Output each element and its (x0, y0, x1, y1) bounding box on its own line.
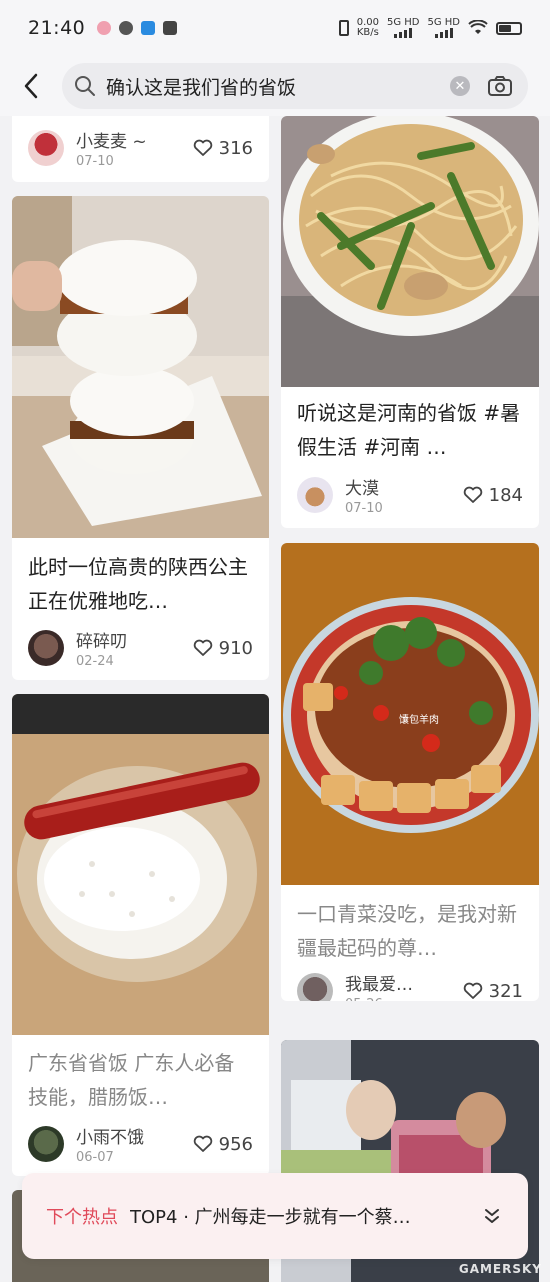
mail-icon (163, 21, 178, 35)
status-bar: 21:40 0.00 KB/s 5G HD 5G HD (0, 0, 550, 56)
post-title[interactable]: 此时一位高贵的陕西公主正在优雅地吃… (28, 550, 253, 618)
post-title[interactable]: 广东省省饭 广东人必备技能，腊肠饭… (28, 1046, 253, 1114)
avatar[interactable] (297, 973, 333, 1001)
signal-bars-icon (434, 28, 453, 38)
post-card[interactable]: 听说这是河南的省饭 #暑假生活 #河南 … 大漠 07-10 184 (281, 116, 539, 528)
notification-icons (97, 21, 178, 35)
avatar[interactable] (28, 130, 64, 166)
search-icon (75, 76, 95, 96)
like-count: 184 (488, 484, 523, 506)
app-notification-icon (119, 21, 134, 35)
signal-sim1: 5G HD (387, 18, 419, 38)
like-count: 316 (218, 137, 253, 159)
noodles-image (281, 116, 539, 387)
post-image[interactable] (281, 116, 539, 387)
watermark: GAMERSKY (458, 1262, 542, 1276)
author-name[interactable]: 小雨不饿 (76, 1123, 144, 1148)
hot-topic-text[interactable]: TOP4 · 广州每走一步就有一个蔡… (130, 1203, 468, 1229)
clear-icon[interactable]: ✕ (450, 76, 470, 96)
post-title[interactable]: 一口青菜没吃，是我对新疆最起码的尊… (297, 897, 523, 965)
post-image[interactable] (12, 196, 269, 538)
image-caption: 馕包羊肉 (399, 715, 439, 726)
sausage-rice-image (12, 694, 269, 1035)
post-meta: 碎碎叨 02-24 910 (28, 626, 253, 670)
author-name[interactable]: 我最爱… (345, 970, 413, 995)
post-card[interactable]: 馕包羊肉 一口青菜没吃，是我对新疆最起码的尊… 我最爱… 05-26 321 (281, 543, 539, 1001)
post-meta: 我最爱… 05-26 321 (297, 969, 523, 1001)
heart-icon (193, 1135, 212, 1152)
net-speed: 0.00 KB/s (356, 17, 379, 38)
heart-icon (193, 639, 212, 656)
like-count: 910 (218, 637, 253, 659)
avatar[interactable] (297, 477, 333, 513)
status-right: 0.00 KB/s 5G HD 5G HD (338, 17, 522, 38)
battery-icon (496, 21, 522, 35)
search-query-text[interactable]: 确认这是我们省的省饭 (106, 73, 450, 100)
heart-icon (463, 486, 482, 503)
post-date: 05-26 (345, 997, 413, 1001)
app-notification-icon (141, 21, 156, 35)
buns-image (12, 196, 269, 538)
post-title[interactable]: 听说这是河南的省饭 #暑假生活 #河南 … (297, 396, 523, 464)
search-results-feed: 小麦麦 ~ 07-10 316 听说这是河南的省饭 #暑假生活 #河南 … 大漠… (0, 116, 550, 1282)
like-button[interactable]: 184 (463, 485, 523, 506)
author-name[interactable]: 大漠 (345, 474, 383, 499)
like-count: 956 (218, 1133, 253, 1155)
signal-sim2: 5G HD (427, 18, 460, 38)
post-meta: 大漠 07-10 184 (297, 473, 523, 517)
post-date: 07-10 (345, 501, 383, 516)
like-button[interactable]: 956 (193, 1134, 253, 1155)
post-image[interactable]: 馕包羊肉 (281, 543, 539, 885)
post-date: 07-10 (76, 154, 114, 169)
like-button[interactable]: 321 (463, 980, 523, 1002)
back-arrow-icon (24, 73, 38, 99)
post-card[interactable]: 此时一位高贵的陕西公主正在优雅地吃… 碎碎叨 02-24 910 (12, 196, 269, 680)
post-image[interactable] (12, 694, 269, 1035)
avatar[interactable] (28, 630, 64, 666)
search-header: 确认这是我们省的省饭 ✕ (0, 56, 550, 116)
post-meta: 小麦麦 ~ 07-10 316 (28, 126, 253, 170)
expand-button[interactable] (480, 1204, 504, 1228)
camera-icon[interactable] (484, 70, 516, 102)
chevron-down-icon (485, 1209, 499, 1223)
status-time: 21:40 (28, 17, 86, 39)
like-count: 321 (488, 980, 523, 1002)
back-button[interactable] (16, 66, 46, 106)
wifi-icon (468, 20, 488, 34)
signal-bars-icon (394, 28, 413, 38)
like-button[interactable]: 316 (193, 138, 253, 159)
avatar[interactable] (28, 1126, 64, 1162)
post-card[interactable]: 小麦麦 ~ 07-10 316 (12, 116, 269, 182)
like-button[interactable]: 910 (193, 638, 253, 659)
post-meta: 小雨不饿 06-07 956 (28, 1122, 253, 1166)
post-card[interactable]: 广东省省饭 广东人必备技能，腊肠饭… 小雨不饿 06-07 956 (12, 694, 269, 1176)
search-input[interactable]: 确认这是我们省的省饭 ✕ (62, 63, 528, 109)
post-date: 02-24 (76, 654, 114, 669)
author-name[interactable]: 碎碎叨 (76, 627, 127, 652)
heart-icon (193, 139, 212, 156)
vibrate-icon (338, 20, 349, 36)
next-hot-topic-banner[interactable]: 下个热点 TOP4 · 广州每走一步就有一个蔡… (22, 1173, 528, 1259)
author-name[interactable]: 小麦麦 ~ (76, 127, 147, 152)
heart-icon (463, 982, 482, 999)
app-notification-icon (97, 21, 112, 35)
hot-topic-label: 下个热点 (46, 1207, 118, 1228)
post-date: 06-07 (76, 1150, 114, 1165)
